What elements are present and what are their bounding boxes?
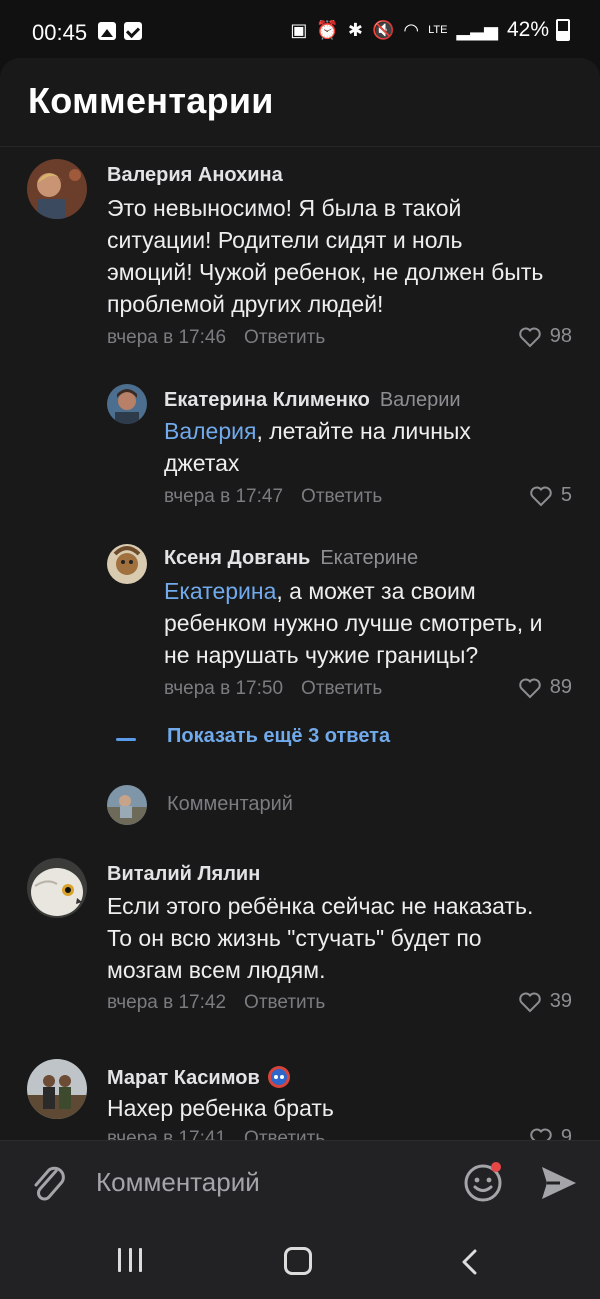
comment-text: Нахер ребенка брать: [107, 1095, 334, 1121]
like-button[interactable]: 39: [518, 990, 572, 1013]
page-title: Комментарии: [28, 80, 274, 121]
like-count: 89: [549, 676, 572, 698]
comment-author[interactable]: Екатерина Клименко Валерии: [164, 389, 461, 412]
avatar[interactable]: [107, 384, 147, 424]
like-button[interactable]: 9: [529, 1126, 572, 1140]
comment-author[interactable]: Марат Касимов: [107, 1065, 291, 1090]
gallery-notification-icon: [98, 22, 116, 40]
collapse-dash-icon: [116, 738, 136, 741]
my-avatar: [107, 785, 147, 825]
like-count: 39: [549, 990, 572, 1012]
like-button[interactable]: 5: [529, 484, 572, 507]
comment-time: вчера в 17:42: [107, 992, 227, 1013]
emoji-icon[interactable]: [461, 1159, 505, 1203]
like-count: 9: [560, 1126, 572, 1140]
status-time: 00:45: [32, 20, 88, 45]
reply-button[interactable]: Ответить: [244, 1128, 325, 1140]
comment-author[interactable]: Виталий Лялин: [107, 863, 260, 886]
comment-time: вчера в 17:41: [107, 1128, 227, 1140]
avatar[interactable]: [27, 159, 87, 219]
system-nav-bar: [0, 1226, 600, 1299]
comment-time: вчера в 17:46: [107, 327, 227, 348]
avatar[interactable]: [27, 1059, 87, 1119]
comment-author[interactable]: Ксеня Довгань Екатерине: [164, 547, 418, 570]
recent-apps-icon[interactable]: [118, 1248, 142, 1274]
avatar[interactable]: [107, 544, 147, 584]
comment-text: Екатерина, а может за своим ребенком нуж…: [164, 578, 543, 668]
checkbox-notification-icon: [124, 22, 142, 40]
comment-meta: вчера в 17:41 Ответить: [107, 1128, 325, 1140]
composer-input[interactable]: Комментарий: [96, 1167, 260, 1198]
reply-to-label[interactable]: Екатерине: [320, 547, 418, 569]
reply-button[interactable]: Ответить: [244, 327, 325, 348]
wifi-icon: ◠: [403, 19, 420, 40]
like-count: 98: [549, 325, 572, 347]
show-more-label[interactable]: Показать ещё 3 ответа: [167, 725, 390, 748]
heart-icon: [519, 678, 541, 698]
reply-button[interactable]: Ответить: [301, 678, 382, 699]
alarm-icon: ⏰: [316, 19, 339, 40]
reply-button[interactable]: Ответить: [244, 992, 325, 1013]
home-icon[interactable]: [284, 1247, 312, 1275]
attach-icon[interactable]: [28, 1161, 68, 1205]
battery-percent: 42%: [506, 18, 549, 41]
mention-link[interactable]: Екатерина: [164, 578, 276, 604]
like-button[interactable]: 98: [518, 325, 572, 348]
comment-text: Если этого ребёнка сейчас не наказать. Т…: [107, 893, 534, 983]
comment-time: вчера в 17:50: [164, 678, 284, 699]
show-more-replies-button[interactable]: Показать ещё 3 ответа: [116, 725, 390, 747]
network-type: LTE: [428, 24, 448, 36]
heart-icon: [519, 992, 541, 1012]
battery-icon: [556, 19, 570, 41]
inline-comment-placeholder[interactable]: Комментарий: [167, 793, 293, 816]
avatar[interactable]: [27, 858, 87, 918]
send-icon[interactable]: [538, 1163, 578, 1203]
mention-link[interactable]: Валерия: [164, 418, 256, 444]
comment-meta: вчера в 17:50 Ответить: [164, 678, 382, 700]
comment-composer: Комментарий: [0, 1140, 600, 1227]
mute-icon: 🔇: [371, 19, 395, 40]
nfc-icon: ▣: [290, 19, 308, 40]
heart-icon: [530, 486, 552, 506]
comment-meta: вчера в 17:47 Ответить: [164, 486, 382, 508]
comment-author[interactable]: Валерия Анохина: [107, 164, 283, 187]
comment-text: Это невыносимо! Я была в такой ситуации!…: [107, 195, 544, 317]
reply-to-label[interactable]: Валерии: [380, 389, 461, 411]
comment-meta: вчера в 17:46 Ответить: [107, 327, 325, 349]
status-bar: 00:45 ▣ ⏰ ✱ 🔇 ◠ LTE ▂▃▅ 42%: [0, 0, 600, 60]
signal-icon: ▂▃▅: [456, 19, 498, 40]
comment-text: Валерия, летайте на личных джетах: [164, 418, 471, 476]
comment-meta: вчера в 17:42 Ответить: [107, 992, 325, 1014]
like-count: 5: [560, 484, 572, 506]
verified-badge-icon: [268, 1066, 291, 1088]
bluetooth-icon: ✱: [347, 19, 363, 40]
reply-button[interactable]: Ответить: [301, 486, 382, 507]
heart-icon: [519, 327, 541, 347]
heart-icon: [530, 1128, 552, 1140]
comments-list[interactable]: Валерия Анохина Это невыносимо! Я была в…: [0, 147, 600, 1140]
comment-time: вчера в 17:47: [164, 486, 284, 507]
back-icon[interactable]: [458, 1248, 482, 1276]
like-button[interactable]: 89: [518, 676, 572, 699]
